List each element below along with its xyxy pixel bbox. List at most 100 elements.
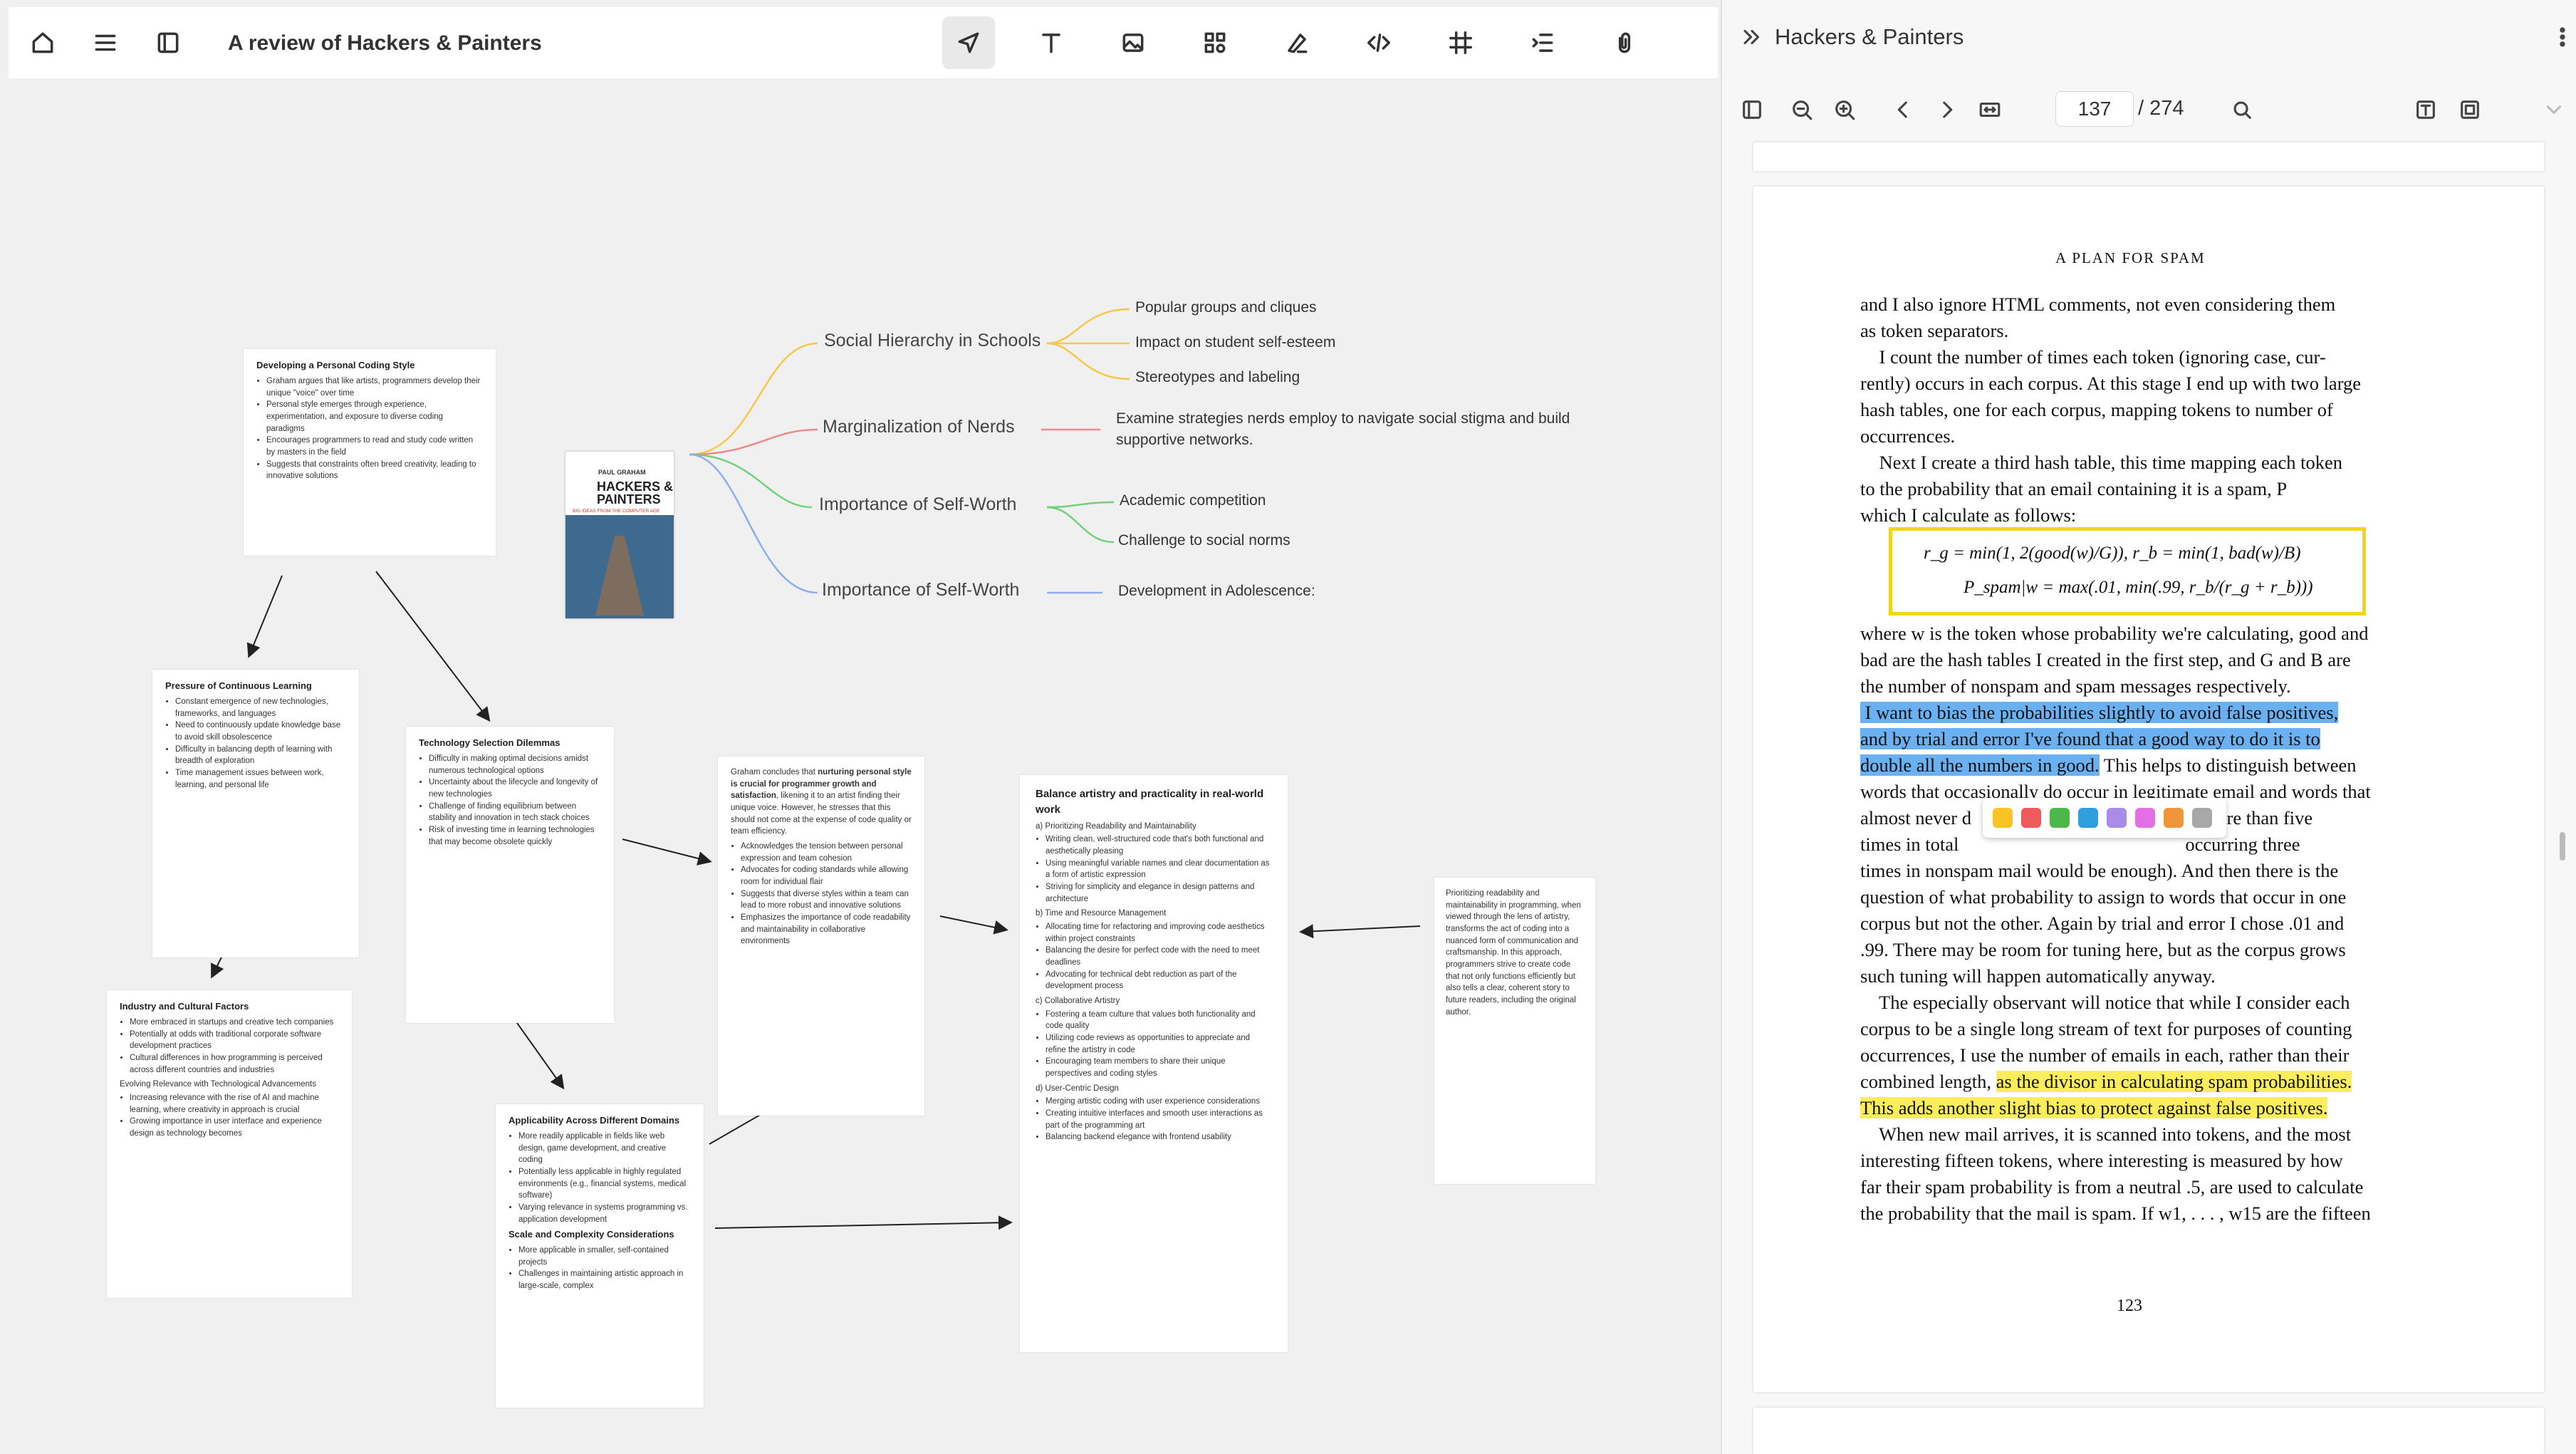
mindmap-leaf[interactable]: Challenge to social norms (1118, 532, 1290, 549)
image-tool-icon[interactable] (1115, 24, 1152, 61)
card-readability[interactable]: Prioritizing readability and maintainabi… (1434, 878, 1595, 1184)
code-tool-icon[interactable] (1360, 24, 1397, 61)
sidebar-toggle-icon[interactable] (150, 24, 187, 61)
highlight-blue[interactable]: and by trial and error I've found that a… (1860, 728, 2320, 749)
color-swatch-red[interactable] (2021, 808, 2041, 828)
menu-icon[interactable] (87, 24, 124, 61)
card-balance-artistry[interactable]: Balance artistry and practicality in rea… (1020, 775, 1288, 1352)
color-swatch-magenta[interactable] (2135, 808, 2155, 828)
mindmap-leaf[interactable]: Examine strategies nerds employ to navig… (1116, 410, 1570, 427)
card-continuous-learning[interactable]: Pressure of Continuous Learning Constant… (152, 670, 359, 957)
pdf-text-line: times in nonspam mail would be enough). … (1860, 860, 2339, 881)
pdf-text-line: .99. There may be room for tuning here, … (1860, 939, 2346, 960)
color-swatch-yellow[interactable] (1993, 808, 2013, 828)
collapse-panel-icon[interactable] (1738, 23, 1766, 51)
frame-tool-icon[interactable] (1442, 24, 1479, 61)
more-options-icon[interactable] (2548, 23, 2576, 51)
pdf-text-line: bad are the hash tables I created in the… (1860, 649, 2351, 670)
card-tech-selection[interactable]: Technology Selection Dilemmas Difficulty… (406, 727, 614, 1023)
card-bullet: Encouraging team members to share their … (1045, 1056, 1272, 1079)
card-bullet: Difficulty in making optimal decisions a… (429, 753, 601, 777)
pdf-text-line: where w is the token whose probability w… (1860, 623, 2369, 644)
pdf-text-line: interesting fifteen tokens, where intere… (1860, 1150, 2343, 1171)
area-select-icon[interactable] (2456, 95, 2484, 124)
mindmap-node-self-worth-2[interactable]: Importance of Self-Worth (822, 580, 1019, 601)
attachment-icon[interactable] (1606, 24, 1643, 61)
scrollbar-thumb[interactable] (2560, 832, 2565, 861)
mindmap-node-marginalization[interactable]: Marginalization of Nerds (823, 417, 1015, 437)
page-number-footer: 123 (2117, 1297, 2142, 1315)
zoom-in-icon[interactable] (1830, 95, 1859, 124)
pdf-text-line: corpus but not the other. Again by trial… (1860, 913, 2345, 934)
card-bullet: Growing importance in user interface and… (130, 1116, 339, 1139)
page-number-input[interactable] (2055, 91, 2134, 127)
sidebar-toggle-icon[interactable] (1738, 95, 1766, 124)
card-bullet: Suggests that diverse styles within a te… (741, 888, 912, 912)
pdf-text-line: corpus to be a single long stream of tex… (1860, 1018, 2352, 1039)
pen-tool-icon[interactable] (1278, 24, 1315, 61)
pdf-text-line: the number of nonspam and spam messages … (1860, 675, 2291, 697)
card-bullet: Challenge of finding equilibrium between… (429, 801, 601, 824)
highlight-yellow[interactable]: as the divisor in calculating spam proba… (1996, 1071, 2352, 1092)
mindmap-leaf[interactable]: Popular groups and cliques (1135, 299, 1317, 316)
mindmap-node-social-hierarchy[interactable]: Social Hierarchy in Schools (824, 331, 1041, 351)
chevron-down-icon[interactable] (2540, 95, 2568, 124)
mindmap-leaf[interactable]: Stereotypes and labeling (1135, 369, 1300, 386)
top-toolbar: A review of Hackers & Painters (9, 7, 1718, 78)
card-bullet: Personal style emerges through experienc… (266, 399, 483, 435)
previous-page-icon[interactable] (1889, 95, 1917, 124)
zoom-out-icon[interactable] (1788, 95, 1816, 124)
highlight-blue[interactable]: double all the numbers in good. (1860, 754, 2100, 776)
fit-width-icon[interactable] (1976, 95, 2004, 124)
card-bullet: Fostering a team culture that values bot… (1045, 1009, 1272, 1032)
color-swatch-blue[interactable] (2078, 808, 2098, 828)
card-coding-style[interactable]: Developing a Personal Coding Style Graha… (244, 349, 496, 556)
mindmap-leaf[interactable]: Impact on student self-esteem (1135, 334, 1335, 351)
whiteboard-canvas[interactable]: PAUL GRAHAM HACKERS & PAINTERS BIG IDEAS … (0, 80, 1718, 1454)
card-industry-factors[interactable]: Industry and Cultural Factors More embra… (107, 990, 352, 1298)
card-title: Pressure of Continuous Learning (165, 680, 312, 691)
next-page-edge (1753, 1408, 2544, 1454)
card-conclusion[interactable]: Graham concludes that nurturing personal… (718, 757, 924, 1116)
mindmap-leaf[interactable]: Academic competition (1120, 492, 1266, 509)
card-title: Balance artistry and practicality in rea… (1036, 788, 1264, 816)
highlight-yellow[interactable]: This adds another slight bias to protect… (1860, 1097, 2328, 1118)
book-cover-image: PAUL GRAHAM HACKERS & PAINTERS BIG IDEAS … (565, 452, 674, 618)
card-section-label: d) User-Centric Design (1036, 1084, 1119, 1093)
home-icon[interactable] (24, 24, 61, 61)
color-swatch-purple[interactable] (2107, 808, 2127, 828)
card-bullet: Potentially at odds with traditional cor… (130, 1029, 339, 1052)
mindmap-node-self-worth[interactable]: Importance of Self-Worth (819, 494, 1016, 515)
formula-box: r_g = min(1, 2(good(w)/G)), r_b = min(1,… (1889, 527, 2366, 616)
card-bullet: Difficulty in balancing depth of learnin… (175, 744, 346, 767)
formula-line: P_spam|w = max(.01, min(.99, r_b/(r_g + … (1964, 578, 2313, 597)
page-total: / 274 (2138, 97, 2184, 120)
book-title-line1: HACKERS & (597, 479, 674, 494)
mindmap-leaf[interactable]: Development in Adolescence: (1118, 583, 1315, 600)
next-page-icon[interactable] (1933, 95, 1961, 124)
mindmap-leaf[interactable]: supportive networks. (1116, 432, 1253, 449)
card-bullet: Advocates for coding standards while all… (741, 864, 912, 888)
highlight-blue[interactable]: I want to bias the probabilities slightl… (1860, 702, 2339, 723)
card-applicability[interactable]: Applicability Across Different Domains M… (496, 1104, 704, 1408)
card-bullet: Using meaningful variable names and clea… (1045, 858, 1272, 881)
pdf-reader-panel: Hackers & Painters / 274 A PLAN FOR SPAM… (1721, 0, 2576, 1454)
card-bullet: Striving for simplicity and elegance in … (1045, 881, 1272, 905)
send-icon[interactable] (942, 16, 995, 69)
card-bullet: Cultural differences in how programming … (130, 1052, 339, 1076)
pdf-text-line: hash tables, one for each corpus, mappin… (1860, 399, 2333, 420)
card-bullet: Challenges in maintaining artistic appro… (518, 1268, 691, 1292)
outline-tool-icon[interactable] (1524, 24, 1561, 61)
color-swatch-orange[interactable] (2164, 808, 2184, 828)
text-tool-icon[interactable] (1033, 24, 1070, 61)
card-bullet: Graham argues that like artists, program… (266, 375, 483, 399)
search-icon[interactable] (2228, 95, 2256, 124)
pdf-text-line: Next I create a third hash table, this t… (1860, 452, 2343, 473)
book-subtitle: BIG IDEAS FROM THE COMPUTER AGE (573, 509, 660, 514)
card-title: Developing a Personal Coding Style (256, 360, 415, 370)
color-swatch-green[interactable] (2050, 808, 2070, 828)
book-title: HACKERS & PAINTERS (597, 480, 673, 506)
text-select-icon[interactable] (2411, 95, 2440, 124)
grid-tool-icon[interactable] (1196, 24, 1234, 61)
color-swatch-gray[interactable] (2192, 808, 2212, 828)
